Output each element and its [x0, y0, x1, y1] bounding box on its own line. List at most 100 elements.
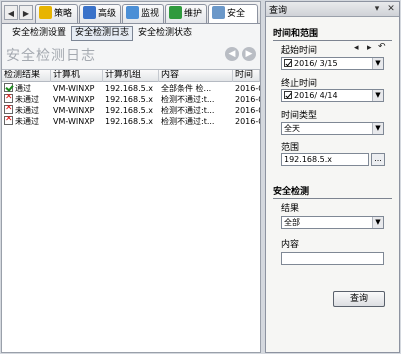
- content-cell: 检测不通过:t...: [161, 117, 215, 126]
- group-cell: 192.168.5.x: [105, 117, 153, 126]
- tab-scroll-left-button[interactable]: ◀: [4, 5, 18, 20]
- time-type-label: 时间类型: [281, 111, 318, 121]
- tab-advanced-label: 高级: [98, 9, 117, 19]
- result-text: 通过: [15, 84, 31, 93]
- time-cell: 2016-0...: [235, 95, 260, 104]
- table-row[interactable]: 通过 VM-WINXP 192.168.5.x 全部条件 检... 2016-0…: [2, 83, 260, 94]
- section-time-range: 时间和范围: [273, 26, 392, 41]
- triangle-right-icon: ▸: [367, 43, 372, 53]
- arrow-left-icon: ◀: [228, 49, 236, 59]
- column-header-time[interactable]: 时间: [233, 70, 260, 82]
- start-date-picker[interactable]: 2016/ 3/15 ▼: [281, 57, 384, 70]
- query-titlebar: 查询 ▾ ✕: [266, 2, 399, 17]
- maintenance-icon: [169, 6, 182, 19]
- close-icon: ✕: [387, 4, 395, 14]
- start-date-checkbox[interactable]: [284, 59, 292, 67]
- chevron-down-icon[interactable]: ▼: [372, 217, 383, 228]
- end-date-picker[interactable]: 2016/ 4/14 ▼: [281, 89, 384, 102]
- time-type-select[interactable]: 全天 ▼: [281, 122, 384, 135]
- undo-arrow-icon: ↶: [378, 42, 386, 52]
- column-header-result[interactable]: 检测结果: [2, 70, 51, 82]
- time-type-value: 全天: [284, 124, 300, 133]
- chevron-down-icon[interactable]: ▼: [372, 90, 383, 101]
- content-cell: 检测不通过:t...: [161, 95, 215, 104]
- security-icon: [212, 6, 225, 19]
- sub-tab-strip: 安全检测设置 安全检测日志 安全检测状态: [2, 25, 260, 42]
- time-cell: 2016-0...: [235, 106, 260, 115]
- table-header: 检测结果 计算机 计算机组 内容 时间: [2, 70, 260, 82]
- computer-cell: VM-WINXP: [53, 117, 95, 126]
- result-select[interactable]: 全部 ▼: [281, 216, 384, 229]
- result-text: 未通过: [15, 117, 39, 126]
- query-panel: 查询 ▾ ✕ 时间和范围 起始时间 ◂ ▸ ↶ 2016/ 3/15 ▼ 终止时…: [265, 1, 400, 353]
- tab-policy-label: 策略: [54, 9, 73, 19]
- subtab-security-settings[interactable]: 安全检测设置: [8, 26, 70, 41]
- time-cell: 2016-0...: [235, 117, 260, 126]
- result-label: 结果: [281, 204, 300, 214]
- chevron-down-icon: ▾: [374, 4, 380, 14]
- result-cell: 未通过: [2, 116, 51, 127]
- table-row[interactable]: 未通过 VM-WINXP 192.168.5.x 检测不通过:t... 2016…: [2, 94, 260, 105]
- result-cell: 未通过: [2, 94, 51, 105]
- arrow-right-icon: ▶: [245, 49, 253, 59]
- fail-x-icon: [4, 105, 13, 114]
- column-header-computer[interactable]: 计算机: [51, 70, 103, 82]
- pin-button[interactable]: ▾: [371, 3, 383, 15]
- pass-check-icon: [4, 83, 13, 92]
- tab-scroll-right-button[interactable]: ▶: [19, 5, 33, 20]
- policy-icon: [39, 6, 52, 19]
- column-header-group[interactable]: 计算机组: [103, 70, 159, 82]
- back-button[interactable]: ◀: [225, 47, 239, 61]
- app-window: ◀ ▶ 策略 高级 监视 维护 安全 安全检测设置 安全检测日志 安全检测状态: [0, 0, 401, 354]
- column-header-content[interactable]: 内容: [159, 70, 233, 82]
- computer-cell: VM-WINXP: [53, 95, 95, 104]
- subtab-security-status[interactable]: 安全检测状态: [134, 26, 196, 41]
- tab-monitor[interactable]: 监视: [122, 4, 164, 23]
- subtab-security-log[interactable]: 安全检测日志: [71, 26, 134, 41]
- query-button[interactable]: 查询: [333, 291, 385, 307]
- result-select-value: 全部: [284, 218, 300, 227]
- tab-maintenance-label: 维护: [184, 9, 203, 19]
- close-button[interactable]: ✕: [385, 3, 397, 15]
- end-date-checkbox[interactable]: [284, 91, 292, 99]
- group-cell: 192.168.5.x: [105, 95, 153, 104]
- range-input[interactable]: 192.168.5.x: [281, 153, 369, 166]
- main-tab-strip: ◀ ▶ 策略 高级 监视 维护 安全: [2, 2, 260, 24]
- result-cell: 未通过: [2, 105, 51, 116]
- computer-cell: VM-WINXP: [53, 106, 95, 115]
- table-row[interactable]: 未通过 VM-WINXP 192.168.5.x 检测不通过:t... 2016…: [2, 105, 260, 116]
- range-label: 范围: [281, 143, 300, 153]
- end-time-label: 终止时间: [281, 79, 318, 89]
- result-text: 未通过: [15, 106, 39, 115]
- date-prev-button[interactable]: ◂: [354, 43, 359, 53]
- section-security-check: 安全检测: [273, 184, 392, 199]
- start-date-value: 2016/ 3/15: [294, 59, 338, 68]
- result-text: 未通过: [15, 95, 39, 104]
- tab-security-label: 安全: [227, 9, 246, 19]
- advanced-icon: [83, 6, 96, 19]
- forward-button[interactable]: ▶: [242, 47, 256, 61]
- query-panel-title: 查询: [269, 6, 288, 16]
- log-header: 安全检测日志 ◀ ▶: [2, 44, 260, 66]
- chevron-down-icon[interactable]: ▼: [372, 123, 383, 134]
- end-date-value: 2016/ 4/14: [294, 91, 338, 100]
- date-reset-button[interactable]: ↶: [378, 42, 386, 52]
- computer-cell: VM-WINXP: [53, 84, 95, 93]
- date-next-button[interactable]: ▸: [367, 43, 372, 53]
- fail-x-icon: [4, 116, 13, 125]
- start-time-label: 起始时间: [281, 46, 318, 56]
- tab-advanced[interactable]: 高级: [79, 4, 121, 23]
- monitor-icon: [126, 6, 139, 19]
- tab-policy[interactable]: 策略: [35, 4, 78, 23]
- fail-x-icon: [4, 94, 13, 103]
- table-row[interactable]: 未通过 VM-WINXP 192.168.5.x 检测不通过:t... 2016…: [2, 116, 260, 127]
- range-browse-button[interactable]: ...: [371, 153, 385, 166]
- content-input[interactable]: [281, 252, 384, 265]
- chevron-down-icon[interactable]: ▼: [372, 58, 383, 69]
- page-title: 安全检测日志: [6, 48, 96, 64]
- content-cell: 检测不通过:t...: [161, 106, 215, 115]
- tab-maintenance[interactable]: 维护: [165, 4, 207, 23]
- tab-security[interactable]: 安全: [208, 4, 258, 23]
- content-label: 内容: [281, 240, 300, 250]
- log-table: 检测结果 计算机 计算机组 内容 时间 通过 VM-WINXP 192.168.…: [2, 69, 260, 352]
